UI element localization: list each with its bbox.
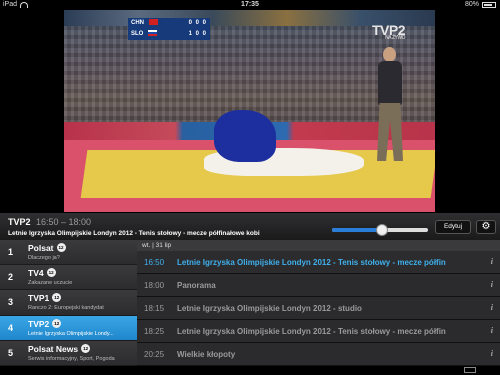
channel-program: Letnie Igrzyska Olimpijskie Londy... xyxy=(28,330,114,337)
bottom-strip xyxy=(0,366,500,375)
channel-number: 3 xyxy=(8,297,14,308)
schedule-time: 18:25 xyxy=(144,327,165,336)
age-rating-icon: 12 xyxy=(56,243,66,252)
age-rating-icon: 12 xyxy=(46,268,56,278)
volume-slider[interactable] xyxy=(332,224,428,236)
channel-program: Ranczo 2: Europejski kandydat xyxy=(28,305,104,312)
score-row: CHN 0 0 0 xyxy=(128,18,210,29)
video-frame[interactable]: CHN 0 0 0 SLO 1 0 0 TVP2 NA ŻYWO xyxy=(64,10,435,212)
channel-name: TVP1 12 xyxy=(28,293,62,304)
schedule-time: 18:00 xyxy=(144,281,165,290)
schedule-title: Panorama xyxy=(177,281,216,290)
flag-icon xyxy=(148,19,158,26)
schedule-time: 18:15 xyxy=(144,304,165,313)
channel-program: Serwis informacyjny, Sport, Pogoda xyxy=(28,355,115,362)
schedule-row[interactable]: 18:15 Letnie Igrzyska Olimpijskie Londyn… xyxy=(137,297,500,320)
slider-knob[interactable] xyxy=(375,224,388,236)
info-icon[interactable]: i xyxy=(491,257,493,266)
channel-number: 4 xyxy=(8,322,14,333)
info-icon[interactable]: i xyxy=(491,303,493,312)
channel-number: 5 xyxy=(8,347,14,358)
schedule-list: wt. | 31 lip 16:50 Letnie Igrzyska Olimp… xyxy=(137,240,500,366)
channel-list: 1 Polsat 12 Dlaczego ja? 2 TV4 12 Zakazane… xyxy=(0,240,137,366)
age-rating-icon: 12 xyxy=(52,318,62,328)
edit-button[interactable]: Edytuj xyxy=(435,220,471,234)
channel-item-tvp2[interactable]: 4 TVP2 12 Letnie Igrzyska Olimpijskie Lon… xyxy=(0,315,137,341)
gear-icon[interactable]: ⚙ xyxy=(476,220,496,234)
channel-item-polsat-news[interactable]: 5 Polsat News 12 Serwis informacyjny, Spo… xyxy=(0,340,137,366)
referee xyxy=(374,45,406,165)
info-icon[interactable]: i xyxy=(491,280,493,289)
judoka-blue xyxy=(214,110,276,162)
battery-percent: 80% xyxy=(464,1,479,8)
video-player[interactable]: CHN 0 0 0 SLO 1 0 0 TVP2 NA ŻYWO xyxy=(0,10,500,213)
schedule-row[interactable]: 16:50 Letnie Igrzyska Olimpijskie Londyn… xyxy=(137,251,500,274)
channel-item-tv4[interactable]: 2 TV4 12 Zakazane uczucie xyxy=(0,265,137,291)
scoreboard: CHN 0 0 0 SLO 1 0 0 xyxy=(128,18,210,40)
schedule-row[interactable]: 20:25 Wielkie kłopoty i xyxy=(137,343,500,366)
status-bar: iPad 17:35 80% xyxy=(0,0,500,10)
age-rating-icon: 12 xyxy=(81,343,91,353)
now-playing-channel: TVP2 xyxy=(8,217,31,227)
info-icon[interactable]: i xyxy=(491,326,493,335)
now-playing-bar: TVP2 16:50 – 18:00 Letnie Igrzyska Olimp… xyxy=(0,213,500,240)
schedule-row[interactable]: 18:00 Panorama i xyxy=(137,274,500,297)
schedule-time: 16:50 xyxy=(144,258,165,267)
schedule-title: Letnie Igrzyska Olimpijskie Londyn 2012 … xyxy=(177,258,446,267)
schedule-title: Letnie Igrzyska Olimpijskie Londyn 2012 … xyxy=(177,304,362,313)
day-header: wt. | 31 lip xyxy=(137,240,500,251)
tvp2-watermark: TVP2 NA ŻYWO xyxy=(371,22,406,41)
battery-icon xyxy=(464,367,476,373)
channel-name: TVP2 12 xyxy=(28,318,62,329)
schedule-title: Wielkie kłopoty xyxy=(177,350,236,359)
now-playing-title: Letnie Igrzyska Olimpijskie Londyn 2012 … xyxy=(8,230,260,237)
channel-item-tvp1[interactable]: 3 TVP1 12 Ranczo 2: Europejski kandydat xyxy=(0,290,137,316)
status-time: 17:35 xyxy=(241,1,259,8)
now-playing-time: 16:50 – 18:00 xyxy=(36,217,92,227)
channel-program: Dlaczego ja? xyxy=(28,255,60,261)
battery-icon xyxy=(482,2,496,8)
slider-fill xyxy=(332,228,382,232)
flag-icon xyxy=(148,30,158,37)
channel-name: Polsat 12 xyxy=(28,243,66,253)
channel-program: Zakazane uczucie xyxy=(28,280,73,287)
schedule-time: 20:25 xyxy=(144,350,165,359)
channel-item-polsat[interactable]: 1 Polsat 12 Dlaczego ja? xyxy=(0,240,137,266)
age-rating-icon: 12 xyxy=(52,293,62,303)
schedule-row[interactable]: 18:25 Letnie Igrzyska Olimpijskie Londyn… xyxy=(137,320,500,343)
channel-name: TV4 12 xyxy=(28,268,56,279)
schedule-title: Letnie Igrzyska Olimpijskie Londyn 2012 … xyxy=(177,327,446,336)
score-row: SLO 1 0 0 xyxy=(128,29,210,40)
channel-number: 2 xyxy=(8,272,14,283)
channel-number: 1 xyxy=(8,247,14,257)
info-icon[interactable]: i xyxy=(491,349,493,358)
channel-name: Polsat News 12 xyxy=(28,343,91,354)
